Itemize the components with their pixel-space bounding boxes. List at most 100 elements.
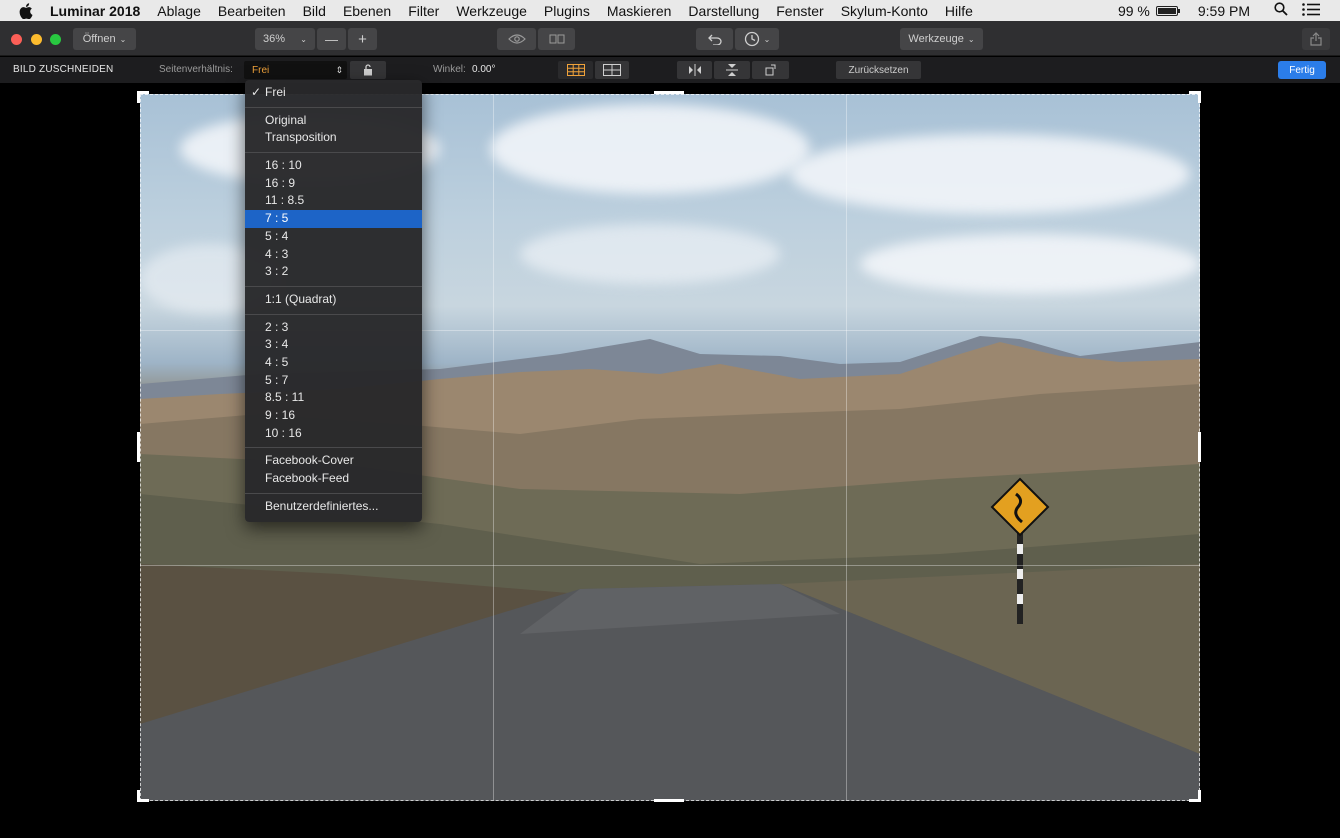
- clock[interactable]: 9:59 PM: [1198, 3, 1250, 19]
- angle-value[interactable]: 0.00°: [472, 64, 495, 75]
- grid-thirds-button[interactable]: [558, 61, 593, 79]
- ratio-option-9-16[interactable]: 9 : 16: [245, 407, 422, 425]
- crop-handle-top[interactable]: [654, 91, 684, 94]
- menu-darstellung[interactable]: Darstellung: [688, 3, 759, 19]
- tools-dropdown-label: Werkzeuge: [908, 33, 964, 45]
- menu-fenster[interactable]: Fenster: [776, 3, 823, 19]
- battery-icon[interactable]: [1155, 5, 1180, 16]
- ratio-option-3-2[interactable]: 3 : 2: [245, 263, 422, 281]
- preview-eye-button[interactable]: [497, 28, 536, 50]
- ratio-option-5-7[interactable]: 5 : 7: [245, 372, 422, 390]
- zoom-select[interactable]: 36% ⌄: [255, 28, 315, 50]
- menu-ebenen[interactable]: Ebenen: [343, 3, 391, 19]
- crop-handle-bottom-right[interactable]: [1189, 790, 1201, 802]
- menu-plugins[interactable]: Plugins: [544, 3, 590, 19]
- zoom-out-button[interactable]: —: [317, 28, 346, 50]
- spotlight-search-icon[interactable]: [1274, 2, 1288, 19]
- grid-line: [846, 94, 847, 801]
- reset-button[interactable]: Zurücksetzen: [836, 61, 921, 79]
- crop-handle-top-right[interactable]: [1189, 91, 1201, 103]
- menu-separator: [245, 313, 422, 315]
- split-view-icon: [549, 34, 564, 44]
- unlock-icon: [364, 64, 372, 76]
- crop-handle-bottom[interactable]: [654, 799, 684, 802]
- ratio-option-10-16[interactable]: 10 : 16: [245, 425, 422, 443]
- flip-horizontal-icon: [688, 64, 701, 76]
- window-close-button[interactable]: [11, 34, 22, 45]
- rotate-icon: [765, 64, 775, 76]
- window-zoom-button[interactable]: [50, 34, 61, 45]
- ratio-option-4-3[interactable]: 4 : 3: [245, 246, 422, 264]
- crop-handle-bottom-left[interactable]: [137, 790, 149, 802]
- menu-skylum-konto[interactable]: Skylum-Konto: [841, 3, 928, 19]
- ratio-option-4-5[interactable]: 4 : 5: [245, 354, 422, 372]
- flip-horizontal-button[interactable]: [677, 61, 712, 79]
- done-button[interactable]: Fertig: [1278, 61, 1326, 79]
- menu-separator: [245, 492, 422, 494]
- tools-dropdown-button[interactable]: Werkzeuge ⌄: [900, 28, 983, 50]
- menu-werkzeuge[interactable]: Werkzeuge: [456, 3, 527, 19]
- crop-options-bar: BILD ZUSCHNEIDEN Seitenverhältnis: Frei …: [0, 57, 1340, 83]
- undo-button[interactable]: [696, 28, 733, 50]
- undo-icon: [707, 34, 722, 45]
- menu-filter[interactable]: Filter: [408, 3, 439, 19]
- rotate-button[interactable]: [752, 61, 789, 79]
- zoom-in-button[interactable]: +: [348, 28, 377, 50]
- ratio-option-facebook-cover[interactable]: Facebook-Cover: [245, 452, 422, 470]
- ratio-option-16-10[interactable]: 16 : 10: [245, 157, 422, 175]
- aspect-ratio-select[interactable]: Frei ⇕: [244, 61, 347, 79]
- ratio-option-square[interactable]: 1:1 (Quadrat): [245, 291, 422, 309]
- updown-chevron-icon: ⇕: [335, 64, 343, 75]
- crop-handle-left[interactable]: [137, 432, 140, 462]
- menu-separator: [245, 152, 422, 154]
- aspect-ratio-dropdown: ✓ Frei Original Transposition 16 : 10 16…: [245, 80, 422, 522]
- grid-icon: [603, 64, 621, 76]
- ratio-option-original[interactable]: Original: [245, 112, 422, 130]
- notification-center-icon[interactable]: [1302, 2, 1320, 19]
- flip-vertical-icon: [726, 64, 738, 76]
- grid-line: [140, 565, 1200, 566]
- open-button-label: Öffnen: [82, 33, 116, 45]
- lock-ratio-button[interactable]: [350, 61, 386, 79]
- ratio-option-5-4[interactable]: 5 : 4: [245, 228, 422, 246]
- ratio-option-3-4[interactable]: 3 : 4: [245, 336, 422, 354]
- grid-golden-button[interactable]: [595, 61, 629, 79]
- ratio-option-16-9[interactable]: 16 : 9: [245, 175, 422, 193]
- ratio-option-transposition[interactable]: Transposition: [245, 129, 422, 147]
- ratio-option-7-5[interactable]: 7 : 5: [245, 210, 422, 228]
- image-canvas[interactable]: [0, 83, 1340, 838]
- menu-app-name[interactable]: Luminar 2018: [50, 3, 140, 19]
- eye-icon: [507, 34, 526, 44]
- crop-handle-top-left[interactable]: [137, 91, 149, 103]
- ratio-option-8.5-11[interactable]: 8.5 : 11: [245, 389, 422, 407]
- crop-handle-right[interactable]: [1198, 432, 1201, 462]
- zoom-value: 36%: [263, 33, 286, 45]
- compare-split-button[interactable]: [538, 28, 575, 50]
- chevron-down-icon: ⌄: [763, 34, 771, 44]
- grid-line: [493, 94, 494, 801]
- history-button[interactable]: ⌄: [735, 28, 779, 50]
- menu-hilfe[interactable]: Hilfe: [945, 3, 973, 19]
- flip-vertical-button[interactable]: [714, 61, 750, 79]
- share-button[interactable]: [1302, 28, 1330, 50]
- menu-bearbeiten[interactable]: Bearbeiten: [218, 3, 286, 19]
- angle-label: Winkel:: [433, 64, 466, 75]
- menu-separator: [245, 106, 422, 108]
- ratio-option-custom[interactable]: Benutzerdefiniertes...: [245, 498, 422, 516]
- ratio-option-facebook-feed[interactable]: Facebook-Feed: [245, 470, 422, 488]
- menu-bild[interactable]: Bild: [303, 3, 326, 19]
- ratio-option-2-3[interactable]: 2 : 3: [245, 319, 422, 337]
- menu-maskieren[interactable]: Maskieren: [607, 3, 672, 19]
- ratio-option-frei[interactable]: ✓ Frei: [245, 84, 422, 102]
- ratio-option-11-8.5[interactable]: 11 : 8.5: [245, 192, 422, 210]
- checkmark-icon: ✓: [251, 85, 262, 99]
- menu-ablage[interactable]: Ablage: [157, 3, 201, 19]
- apple-icon[interactable]: [18, 2, 34, 19]
- system-menubar: Luminar 2018 Ablage Bearbeiten Bild Eben…: [0, 0, 1340, 21]
- grid-thirds-icon: [566, 64, 585, 76]
- open-button[interactable]: Öffnen ⌄: [73, 28, 136, 50]
- aspect-ratio-value: Frei: [252, 64, 270, 76]
- window-minimize-button[interactable]: [31, 34, 42, 45]
- menu-separator: [245, 447, 422, 449]
- clock-history-icon: [744, 31, 759, 47]
